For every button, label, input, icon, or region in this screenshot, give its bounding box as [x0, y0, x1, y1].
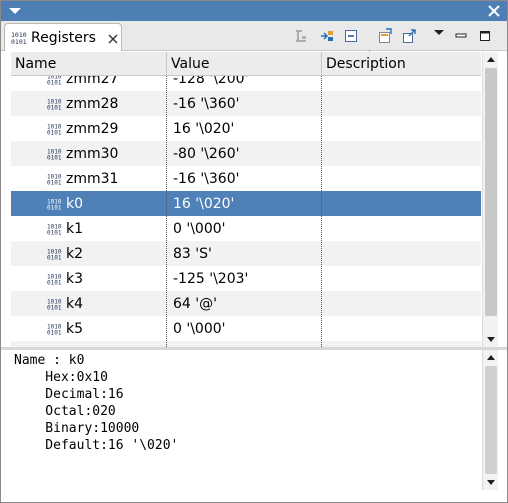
column-header-value[interactable]: Value [167, 52, 322, 76]
table-row[interactable]: 1010 0101 k5 0 '\000' [11, 316, 481, 341]
binary-icon: 1010 0101 [47, 198, 63, 214]
binary-icon: 1010 0101 [47, 98, 63, 114]
svg-text:0101: 0101 [47, 105, 62, 111]
column-separator-value [166, 76, 167, 347]
details-vertical-scrollbar[interactable] [482, 350, 498, 490]
binary-icon: 1010 0101 [47, 273, 63, 289]
close-icon[interactable] [487, 4, 501, 18]
export-icon[interactable] [377, 28, 393, 44]
column-separator-description [321, 76, 322, 347]
details-scrollbar-thumb[interactable] [485, 366, 497, 474]
binary-icon: 1010 0101 [47, 173, 63, 189]
binary-icon: 1010 0101 [47, 323, 63, 339]
details-scroll-down-icon[interactable] [483, 474, 499, 490]
view-menu-down-icon[interactable] [8, 5, 22, 17]
svg-text:0101: 0101 [47, 280, 62, 286]
svg-text:0101: 0101 [47, 230, 62, 236]
svg-text:0101: 0101 [11, 38, 27, 45]
table-row[interactable]: 1010 0101 k4 64 '@' [11, 291, 481, 316]
svg-text:0101: 0101 [47, 130, 62, 136]
register-value[interactable]: -16 '\360' [173, 171, 239, 187]
registers-view: 1010 0101 Registers Name Value Descripti… [0, 0, 508, 503]
binary-icon: 1010 0101 [47, 148, 63, 164]
register-value[interactable]: -80 '\260' [173, 146, 239, 162]
register-name: k4 [66, 296, 84, 312]
column-header-description[interactable]: Description [322, 52, 481, 76]
table-row[interactable]: 1010 0101 k0 16 '\020' [11, 191, 481, 216]
register-name: k1 [66, 221, 84, 237]
table-row[interactable]: 1010 0101 k3 -125 '\203' [11, 266, 481, 291]
collapse-all-icon[interactable] [343, 28, 359, 44]
register-value[interactable]: -128 '\200' [173, 76, 248, 87]
register-name: k3 [66, 271, 84, 287]
table-row[interactable]: 1010 0101 k2 83 'S' [11, 241, 481, 266]
register-value[interactable]: -125 '\203' [173, 271, 248, 287]
table-row[interactable]: 1010 0101 zmm29 16 '\020' [11, 116, 481, 141]
binary-icon: 1010 0101 [47, 76, 63, 89]
register-value[interactable]: 16 '\020' [173, 121, 234, 137]
detail-line-hex: Hex:0x10 [14, 370, 108, 385]
register-name: zmm27 [66, 76, 119, 87]
maximize-icon[interactable] [477, 28, 493, 44]
detail-line-binary: Binary:10000 [14, 421, 140, 436]
register-name: zmm29 [66, 121, 119, 137]
table-row[interactable]: 1010 0101 zmm28 -16 '\360' [11, 91, 481, 116]
layout-icon[interactable] [293, 28, 309, 44]
tab-close-icon[interactable] [108, 33, 118, 44]
minimize-icon[interactable] [453, 28, 469, 44]
view-title-bar [1, 1, 507, 21]
table-body: 1010 0101 zmm27 -128 '\200' 1010 0101 zmm28 -16… [11, 76, 481, 347]
registers-table: Name Value Description 1010 0101 zmm27 -128… [11, 52, 481, 347]
svg-text:0101: 0101 [47, 205, 62, 211]
binary-icon: 1010 0101 [11, 31, 27, 49]
table-vertical-scrollbar[interactable] [482, 52, 498, 347]
detail-line-name: Name : k0 [14, 353, 85, 368]
register-name: zmm28 [66, 96, 119, 112]
tab-bar: 1010 0101 Registers [1, 21, 507, 63]
detail-line-default: Default:16 '\020' [14, 438, 179, 453]
table-row[interactable]: 1010 0101 zmm27 -128 '\200' [11, 76, 481, 91]
register-value[interactable]: 16 '\020' [173, 196, 234, 212]
scroll-up-icon[interactable] [483, 52, 499, 68]
register-value[interactable]: 0 '\000' [173, 221, 226, 237]
register-value[interactable]: 64 '@' [173, 296, 217, 312]
table-row[interactable]: 1010 0101 zmm30 -80 '\260' [11, 141, 481, 166]
register-value[interactable]: 0 '\000' [173, 321, 226, 337]
svg-text:0101: 0101 [47, 330, 62, 336]
detail-line-decimal: Decimal:16 [14, 387, 124, 402]
svg-text:0101: 0101 [47, 305, 62, 311]
register-value[interactable]: -16 '\360' [173, 96, 239, 112]
pin-icon[interactable] [401, 28, 417, 44]
register-name: zmm30 [66, 146, 119, 162]
svg-text:0101: 0101 [47, 255, 62, 261]
table-header: Name Value Description [11, 52, 481, 76]
binary-icon: 1010 0101 [47, 248, 63, 264]
register-value[interactable]: 83 'S' [173, 246, 212, 262]
scroll-down-icon[interactable] [483, 331, 499, 347]
column-header-name[interactable]: Name [11, 52, 167, 76]
register-details-pane: Name : k0 Hex:0x10 Decimal:16 Octal:020 … [1, 350, 481, 490]
register-name: zmm31 [66, 171, 119, 187]
detail-line-octal: Octal:020 [14, 404, 116, 419]
scrollbar-thumb[interactable] [485, 68, 497, 316]
tab-title: Registers [31, 30, 96, 46]
register-name: k0 [66, 196, 84, 212]
tab-registers[interactable]: 1010 0101 Registers [4, 23, 122, 51]
register-name: k5 [66, 321, 84, 337]
details-scroll-up-icon[interactable] [483, 350, 499, 366]
svg-text:0101: 0101 [47, 180, 62, 186]
register-name: k2 [66, 246, 84, 262]
binary-icon: 1010 0101 [47, 123, 63, 139]
svg-text:0101: 0101 [47, 80, 62, 86]
view-menu-icon[interactable] [431, 26, 447, 42]
add-register-group-icon[interactable] [319, 28, 335, 44]
table-row[interactable]: 1010 0101 k1 0 '\000' [11, 216, 481, 241]
binary-icon: 1010 0101 [47, 298, 63, 314]
svg-text:0101: 0101 [47, 155, 62, 161]
table-row[interactable]: 1010 0101 zmm31 -16 '\360' [11, 166, 481, 191]
binary-icon: 1010 0101 [47, 223, 63, 239]
